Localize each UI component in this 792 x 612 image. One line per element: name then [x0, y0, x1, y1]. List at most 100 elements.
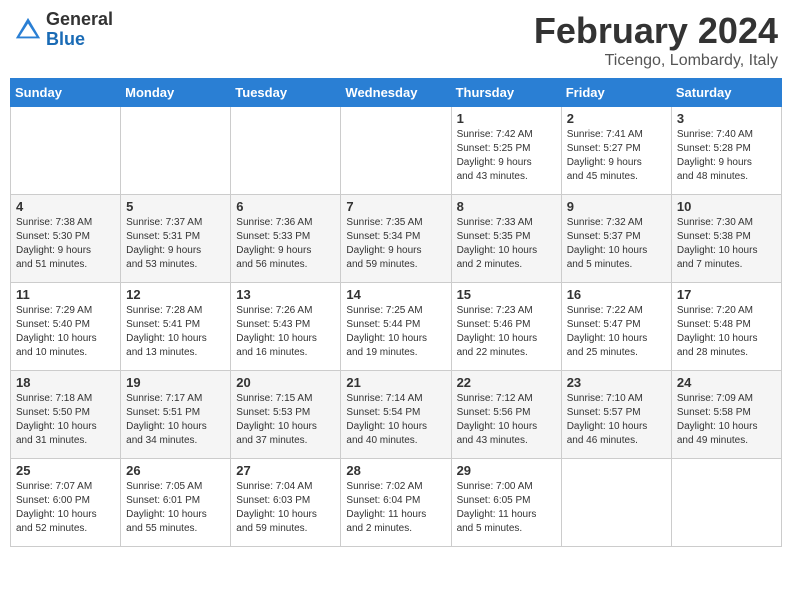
day-info: Sunrise: 7:18 AM Sunset: 5:50 PM Dayligh…	[16, 392, 115, 448]
day-info: Sunrise: 7:29 AM Sunset: 5:40 PM Dayligh…	[16, 304, 115, 360]
day-info: Sunrise: 7:38 AM Sunset: 5:30 PM Dayligh…	[16, 216, 115, 272]
calendar-cell: 21Sunrise: 7:14 AM Sunset: 5:54 PM Dayli…	[341, 371, 451, 459]
calendar-cell: 10Sunrise: 7:30 AM Sunset: 5:38 PM Dayli…	[671, 195, 781, 283]
weekday-saturday: Saturday	[671, 79, 781, 107]
day-info: Sunrise: 7:36 AM Sunset: 5:33 PM Dayligh…	[236, 216, 335, 272]
day-info: Sunrise: 7:28 AM Sunset: 5:41 PM Dayligh…	[126, 304, 225, 360]
calendar-header: SundayMondayTuesdayWednesdayThursdayFrid…	[11, 79, 782, 107]
day-number: 8	[457, 199, 556, 214]
day-number: 13	[236, 287, 335, 302]
day-info: Sunrise: 7:04 AM Sunset: 6:03 PM Dayligh…	[236, 480, 335, 536]
day-number: 23	[567, 375, 666, 390]
day-number: 1	[457, 111, 556, 126]
calendar-cell: 3Sunrise: 7:40 AM Sunset: 5:28 PM Daylig…	[671, 107, 781, 195]
day-number: 16	[567, 287, 666, 302]
logo-icon	[14, 16, 42, 44]
day-number: 21	[346, 375, 445, 390]
calendar-cell: 14Sunrise: 7:25 AM Sunset: 5:44 PM Dayli…	[341, 283, 451, 371]
day-info: Sunrise: 7:23 AM Sunset: 5:46 PM Dayligh…	[457, 304, 556, 360]
weekday-sunday: Sunday	[11, 79, 121, 107]
logo: General Blue	[14, 10, 113, 50]
day-number: 19	[126, 375, 225, 390]
calendar-cell: 11 Sunrise: 7:29 AM Sunset: 5:40 PM Dayli…	[11, 283, 121, 371]
calendar-cell: 22 Sunrise: 7:12 AM Sunset: 5:56 PM Dayli…	[451, 371, 561, 459]
day-info: Sunrise: 7:33 AM Sunset: 5:35 PM Dayligh…	[457, 216, 556, 272]
day-number: 18	[16, 375, 115, 390]
day-info: Sunrise: 7:10 AM Sunset: 5:57 PM Dayligh…	[567, 392, 666, 448]
day-number: 3	[677, 111, 776, 126]
location-subtitle: Ticengo, Lombardy, Italy	[534, 52, 778, 70]
calendar-body: 1 Sunrise: 7:42 AM Sunset: 5:25 PM Daylig…	[11, 107, 782, 547]
calendar-cell: 16 Sunrise: 7:22 AM Sunset: 5:47 PM Dayli…	[561, 283, 671, 371]
calendar-cell: 19Sunrise: 7:17 AM Sunset: 5:51 PM Dayli…	[121, 371, 231, 459]
day-info: Sunrise: 7:32 AM Sunset: 5:37 PM Dayligh…	[567, 216, 666, 272]
calendar-cell: 4 Sunrise: 7:38 AM Sunset: 5:30 PM Daylig…	[11, 195, 121, 283]
calendar-cell	[11, 107, 121, 195]
month-title: February 2024	[534, 10, 778, 52]
day-number: 28	[346, 463, 445, 478]
day-info: Sunrise: 7:42 AM Sunset: 5:25 PM Dayligh…	[457, 128, 556, 184]
calendar-cell: 26 Sunrise: 7:05 AM Sunset: 6:01 PM Dayli…	[121, 459, 231, 547]
day-info: Sunrise: 7:05 AM Sunset: 6:01 PM Dayligh…	[126, 480, 225, 536]
calendar-cell: 6Sunrise: 7:36 AM Sunset: 5:33 PM Daylig…	[231, 195, 341, 283]
day-info: Sunrise: 7:30 AM Sunset: 5:38 PM Dayligh…	[677, 216, 776, 272]
calendar-cell	[341, 107, 451, 195]
weekday-friday: Friday	[561, 79, 671, 107]
day-number: 29	[457, 463, 556, 478]
calendar-cell: 9 Sunrise: 7:32 AM Sunset: 5:37 PM Daylig…	[561, 195, 671, 283]
calendar-week-row: 4 Sunrise: 7:38 AM Sunset: 5:30 PM Daylig…	[11, 195, 782, 283]
day-info: Sunrise: 7:12 AM Sunset: 5:56 PM Dayligh…	[457, 392, 556, 448]
day-info: Sunrise: 7:25 AM Sunset: 5:44 PM Dayligh…	[346, 304, 445, 360]
calendar-cell: 2 Sunrise: 7:41 AM Sunset: 5:27 PM Daylig…	[561, 107, 671, 195]
logo-text: General Blue	[46, 10, 113, 50]
day-number: 27	[236, 463, 335, 478]
day-info: Sunrise: 7:02 AM Sunset: 6:04 PM Dayligh…	[346, 480, 445, 536]
day-number: 20	[236, 375, 335, 390]
calendar-cell: 18 Sunrise: 7:18 AM Sunset: 5:50 PM Dayli…	[11, 371, 121, 459]
calendar-cell: 27 Sunrise: 7:04 AM Sunset: 6:03 PM Dayli…	[231, 459, 341, 547]
day-number: 2	[567, 111, 666, 126]
day-info: Sunrise: 7:22 AM Sunset: 5:47 PM Dayligh…	[567, 304, 666, 360]
calendar-cell: 24Sunrise: 7:09 AM Sunset: 5:58 PM Dayli…	[671, 371, 781, 459]
day-info: Sunrise: 7:00 AM Sunset: 6:05 PM Dayligh…	[457, 480, 556, 536]
day-number: 26	[126, 463, 225, 478]
calendar-week-row: 25 Sunrise: 7:07 AM Sunset: 6:00 PM Dayli…	[11, 459, 782, 547]
calendar-cell: 7 Sunrise: 7:35 AM Sunset: 5:34 PM Daylig…	[341, 195, 451, 283]
day-number: 24	[677, 375, 776, 390]
day-number: 9	[567, 199, 666, 214]
calendar-cell: 25 Sunrise: 7:07 AM Sunset: 6:00 PM Dayli…	[11, 459, 121, 547]
calendar-cell: 23 Sunrise: 7:10 AM Sunset: 5:57 PM Dayli…	[561, 371, 671, 459]
weekday-tuesday: Tuesday	[231, 79, 341, 107]
day-info: Sunrise: 7:15 AM Sunset: 5:53 PM Dayligh…	[236, 392, 335, 448]
day-info: Sunrise: 7:35 AM Sunset: 5:34 PM Dayligh…	[346, 216, 445, 272]
calendar-cell	[231, 107, 341, 195]
day-info: Sunrise: 7:20 AM Sunset: 5:48 PM Dayligh…	[677, 304, 776, 360]
day-number: 22	[457, 375, 556, 390]
calendar-cell: 28 Sunrise: 7:02 AM Sunset: 6:04 PM Dayli…	[341, 459, 451, 547]
logo-blue: Blue	[46, 30, 113, 50]
calendar-table: SundayMondayTuesdayWednesdayThursdayFrid…	[10, 78, 782, 547]
day-info: Sunrise: 7:07 AM Sunset: 6:00 PM Dayligh…	[16, 480, 115, 536]
day-number: 11	[16, 287, 115, 302]
day-number: 4	[16, 199, 115, 214]
calendar-cell	[561, 459, 671, 547]
day-number: 7	[346, 199, 445, 214]
page-header: General Blue February 2024 Ticengo, Lomb…	[10, 10, 782, 70]
calendar-cell	[671, 459, 781, 547]
day-info: Sunrise: 7:41 AM Sunset: 5:27 PM Dayligh…	[567, 128, 666, 184]
day-number: 15	[457, 287, 556, 302]
day-number: 5	[126, 199, 225, 214]
day-number: 12	[126, 287, 225, 302]
calendar-week-row: 11 Sunrise: 7:29 AM Sunset: 5:40 PM Dayli…	[11, 283, 782, 371]
weekday-row: SundayMondayTuesdayWednesdayThursdayFrid…	[11, 79, 782, 107]
calendar-cell: 1 Sunrise: 7:42 AM Sunset: 5:25 PM Daylig…	[451, 107, 561, 195]
calendar-week-row: 18 Sunrise: 7:18 AM Sunset: 5:50 PM Dayli…	[11, 371, 782, 459]
calendar-cell: 20 Sunrise: 7:15 AM Sunset: 5:53 PM Dayli…	[231, 371, 341, 459]
day-number: 25	[16, 463, 115, 478]
weekday-wednesday: Wednesday	[341, 79, 451, 107]
calendar-cell: 15 Sunrise: 7:23 AM Sunset: 5:46 PM Dayli…	[451, 283, 561, 371]
logo-general: General	[46, 10, 113, 30]
calendar-cell: 5Sunrise: 7:37 AM Sunset: 5:31 PM Daylig…	[121, 195, 231, 283]
title-section: February 2024 Ticengo, Lombardy, Italy	[534, 10, 778, 70]
calendar-week-row: 1 Sunrise: 7:42 AM Sunset: 5:25 PM Daylig…	[11, 107, 782, 195]
